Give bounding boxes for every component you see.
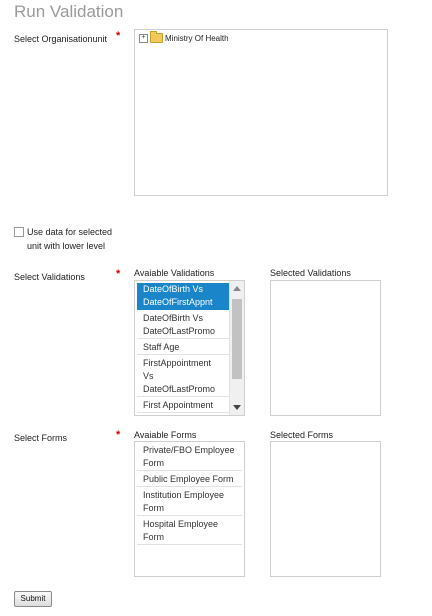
required-mark: *	[116, 30, 121, 42]
tree-item-ministry-of-health[interactable]: + Ministry Of Health	[139, 31, 229, 43]
scroll-down-icon[interactable]	[233, 405, 241, 410]
list-item[interactable]: DateOfBirth Vs DateOfFirstAppnt	[137, 283, 230, 310]
available-forms-header: Avaiable Forms	[134, 430, 197, 440]
selected-validations-header: Selected Validations	[270, 268, 351, 278]
validations-label: Select Validations	[14, 272, 85, 282]
folder-icon	[150, 31, 163, 43]
forms-label: Select Forms	[14, 433, 68, 443]
selected-forms-header: Selected Forms	[270, 430, 334, 440]
submit-button[interactable]: Submit	[14, 591, 52, 607]
tree-item-label[interactable]: Ministry Of Health	[165, 34, 229, 43]
org-unit-label: Select Organisationunit	[14, 34, 108, 44]
scrollbar[interactable]	[229, 281, 244, 415]
page-title: Run Validation	[14, 2, 124, 21]
list-item[interactable]: DateOfBirth Vs DateOfLastPromo	[137, 312, 230, 339]
required-mark: *	[116, 268, 121, 280]
list-item[interactable]: Hospital Employee Form	[137, 518, 242, 545]
list-item[interactable]: Public Employee Form	[137, 473, 242, 487]
selected-validations-list[interactable]	[270, 280, 381, 416]
scroll-thumb[interactable]	[232, 299, 242, 379]
available-validations-list[interactable]: DateOfBirth Vs DateOfFirstAppnt DateOfBi…	[134, 280, 245, 416]
required-mark: *	[116, 429, 121, 441]
available-validations-header: Avaiable Validations	[134, 268, 215, 278]
list-item[interactable]: Private/FBO Employee Form	[137, 444, 242, 471]
list-item[interactable]: FirstAppointment Vs DateOfLastPromo	[137, 357, 230, 397]
lower-level-checkbox[interactable]	[14, 227, 24, 237]
org-unit-tree[interactable]: + Ministry Of Health	[134, 29, 388, 196]
available-forms-list[interactable]: Private/FBO Employee Form Public Employe…	[134, 441, 245, 577]
list-item[interactable]: Staff Age	[137, 341, 230, 355]
selected-forms-list[interactable]	[270, 441, 381, 577]
expand-icon[interactable]: +	[139, 33, 148, 43]
list-item[interactable]: First Appointment	[137, 399, 230, 413]
lower-level-checkbox-label: Use data for selected unit with lower le…	[27, 227, 113, 251]
list-item[interactable]: Institution Employee Form	[137, 489, 242, 516]
scroll-up-icon[interactable]	[233, 286, 241, 291]
